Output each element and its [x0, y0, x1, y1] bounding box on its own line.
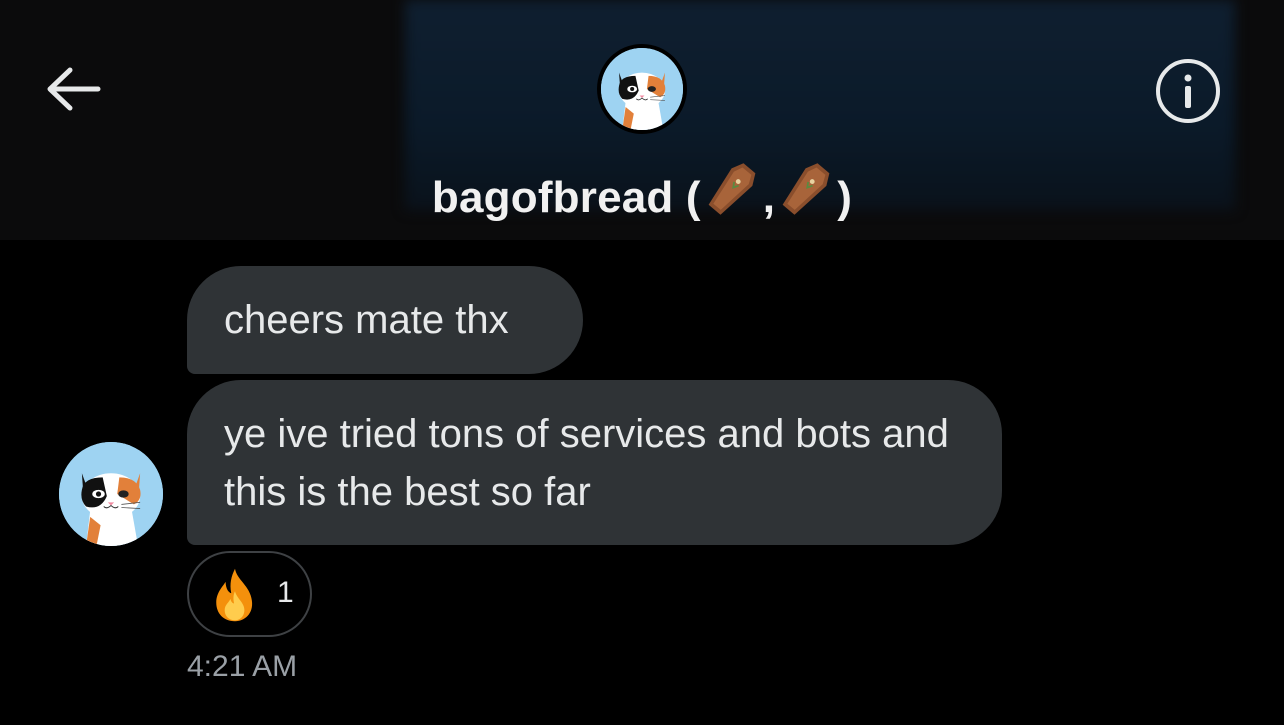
message-text: cheers mate thx: [224, 298, 509, 342]
cat-avatar-image: [59, 442, 163, 546]
title-paren-close: ): [837, 173, 853, 222]
coffin-emoji-icon: [708, 163, 756, 215]
cat-avatar-image: [601, 48, 683, 130]
reaction-count: 1: [277, 576, 294, 609]
message-bubble[interactable]: cheers mate thx: [187, 266, 583, 374]
fire-emoji-icon: [216, 568, 253, 622]
conversation-header: bagofbread ( , ): [0, 0, 1284, 240]
message-timestamp: 4:21 AM: [187, 650, 298, 683]
reaction-pill[interactable]: 1: [187, 551, 312, 637]
coffin-emoji-icon: [782, 163, 830, 215]
info-button[interactable]: [1154, 57, 1222, 125]
sender-avatar[interactable]: [59, 442, 163, 546]
title-name: bagofbread: [431, 173, 674, 222]
info-circle-icon: [1156, 59, 1220, 123]
back-button[interactable]: [40, 62, 106, 116]
header-avatar[interactable]: [597, 44, 687, 134]
arrow-left-icon: [47, 67, 101, 111]
message-text: ye ive tried tons of services and bots a…: [224, 412, 949, 514]
title-paren-open: (: [673, 173, 701, 222]
title-separator: ,: [762, 173, 776, 222]
conversation-title[interactable]: bagofbread ( , ): [0, 158, 1284, 223]
message-bubble[interactable]: ye ive tried tons of services and bots a…: [187, 380, 1002, 545]
